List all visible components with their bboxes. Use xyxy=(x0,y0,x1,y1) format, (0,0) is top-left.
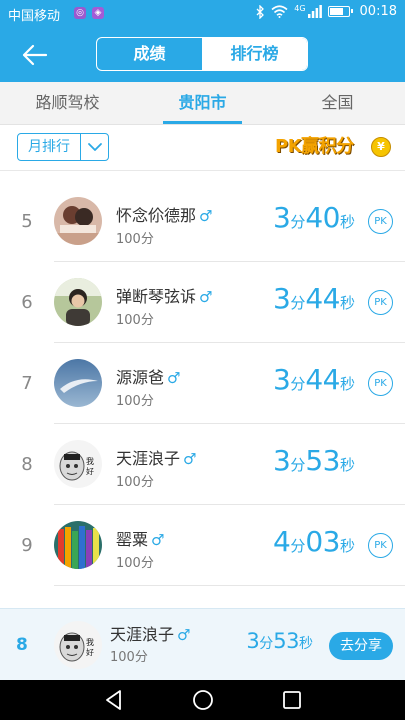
battery-icon xyxy=(327,6,353,17)
system-nav-bar xyxy=(0,680,405,720)
pk-button[interactable]: PK xyxy=(368,533,393,558)
exam-time: 4分03秒 xyxy=(273,525,355,558)
rank-number: 7 xyxy=(21,373,33,394)
nav-back-icon[interactable] xyxy=(101,687,127,713)
avatar xyxy=(54,278,102,326)
pk-button[interactable]: PK xyxy=(368,209,393,234)
user-name: 天涯浪子 ♂ xyxy=(116,449,197,468)
leaderboard-row[interactable]: 7 源源爸 ♂ 100分 3分44秒 PK xyxy=(0,343,405,424)
leaderboard-row[interactable]: 8 我好 天涯浪子 ♂ 100分 3分53秒 xyxy=(0,424,405,505)
wifi-icon xyxy=(271,5,288,18)
back-arrow-icon xyxy=(22,44,48,66)
rank-number: 9 xyxy=(21,535,33,556)
leaderboard-row[interactable]: 5 怀念伱德那 ♂ 100分 3分40秒 PK xyxy=(0,181,405,262)
scope-tabs: 路顺驾校 贵阳市 全国 xyxy=(0,82,405,125)
user-score: 100分 xyxy=(116,475,154,490)
rank-number: 8 xyxy=(21,454,33,475)
segment-scores[interactable]: 成绩 xyxy=(97,38,202,70)
leaderboard-row[interactable]: 6 弹断琴弦诉 ♂ 100分 3分44秒 PK xyxy=(0,262,405,343)
coin-icon: ¥ xyxy=(371,137,391,157)
status-bar: 中国移动 ◎ ◈ 4G 00:18 xyxy=(0,0,405,28)
avatar xyxy=(54,521,102,569)
avatar: 我好 xyxy=(54,621,102,669)
network-type: 4G xyxy=(294,4,306,13)
my-exam-time: 3分53秒 xyxy=(246,629,313,653)
status-icons: 4G 00:18 xyxy=(255,4,397,19)
male-icon: ♂ xyxy=(151,531,165,549)
user-name: 源源爸 ♂ xyxy=(116,368,181,387)
user-score: 100分 xyxy=(116,313,154,328)
segment-leaderboard[interactable]: 排行榜 xyxy=(202,38,307,70)
male-icon: ♂ xyxy=(167,369,181,387)
user-name: 怀念伱德那 ♂ xyxy=(116,206,213,225)
notification-icon: ◈ xyxy=(92,7,104,19)
filter-bar: 月排行 PK赢积分 ¥ xyxy=(0,125,405,171)
avatar xyxy=(54,359,102,407)
rank-number: 5 xyxy=(21,211,33,232)
pk-button[interactable]: PK xyxy=(368,371,393,396)
exam-time: 3分40秒 xyxy=(273,201,355,234)
user-score: 100分 xyxy=(116,394,154,409)
leaderboard-list[interactable]: 5 怀念伱德那 ♂ 100分 3分40秒 PK 6 弹断琴弦诉 ♂ 100分 3分4… xyxy=(0,171,405,608)
avatar: 我好 xyxy=(54,440,102,488)
segmented-control: 成绩 排行榜 xyxy=(96,37,308,71)
tab-national[interactable]: 全国 xyxy=(270,82,405,124)
app-header: 成绩 排行榜 xyxy=(0,28,405,82)
notification-icon: ◎ xyxy=(74,7,86,19)
pk-button[interactable]: PK xyxy=(368,290,393,315)
clock: 00:18 xyxy=(359,4,397,19)
share-button[interactable]: 去分享 xyxy=(329,632,393,660)
exam-time: 3分44秒 xyxy=(273,363,355,396)
svg-text:好: 好 xyxy=(86,466,94,476)
period-label: 月排行 xyxy=(18,134,81,160)
nav-home-icon[interactable] xyxy=(190,687,216,713)
user-name: 罂粟 ♂ xyxy=(116,530,165,549)
my-user-score: 100分 xyxy=(110,650,148,665)
rank-number: 6 xyxy=(21,292,33,313)
exam-time: 3分53秒 xyxy=(273,444,355,477)
tab-school[interactable]: 路顺驾校 xyxy=(0,82,135,124)
exam-time: 3分44秒 xyxy=(273,282,355,315)
male-icon: ♂ xyxy=(199,207,213,225)
signal-icon xyxy=(307,5,322,18)
svg-text:我: 我 xyxy=(86,456,94,466)
leaderboard-row[interactable]: 9 罂粟 ♂ 100分 4分03秒 PK xyxy=(0,505,405,586)
chevron-down-icon xyxy=(88,143,102,151)
user-score: 100分 xyxy=(116,232,154,247)
my-user-name: 天涯浪子 ♂ xyxy=(110,625,191,644)
carrier-label: 中国移动 xyxy=(8,9,61,24)
my-rank-number: 8 xyxy=(16,635,28,655)
svg-text:我: 我 xyxy=(86,637,94,647)
male-icon: ♂ xyxy=(177,626,191,644)
my-rank-bar: 8 我好 天涯浪子 ♂ 100分 3分53秒 去分享 xyxy=(0,608,405,681)
bluetooth-icon xyxy=(256,4,265,19)
svg-text:好: 好 xyxy=(86,647,94,657)
user-score: 100分 xyxy=(116,556,154,571)
back-button[interactable] xyxy=(20,41,50,69)
male-icon: ♂ xyxy=(199,288,213,306)
nav-recent-apps-icon[interactable] xyxy=(279,687,305,713)
period-dropdown[interactable]: 月排行 xyxy=(17,133,109,161)
pk-win-points-banner[interactable]: PK赢积分 ¥ xyxy=(273,134,391,160)
avatar xyxy=(54,197,102,245)
male-icon: ♂ xyxy=(183,450,197,468)
pk-banner-text: PK赢积分 xyxy=(275,136,354,157)
tab-city[interactable]: 贵阳市 xyxy=(135,82,270,124)
user-name: 弹断琴弦诉 ♂ xyxy=(116,287,213,306)
